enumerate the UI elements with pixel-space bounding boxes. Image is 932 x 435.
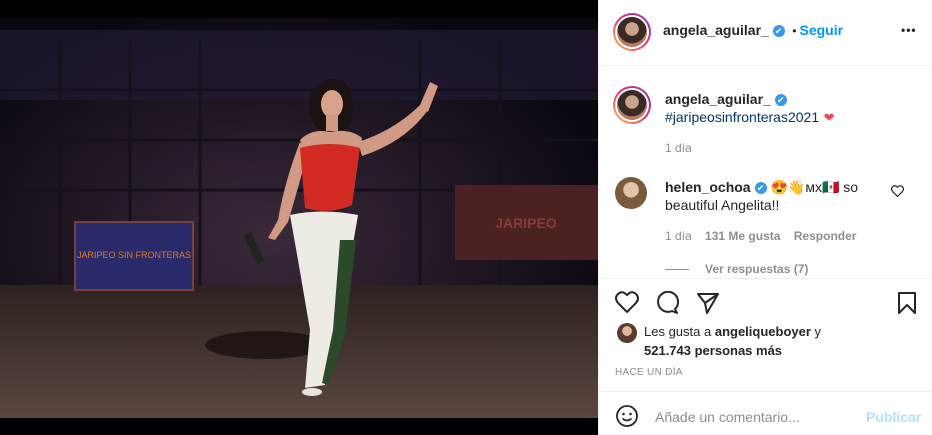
verified-icon: ✔ [754, 182, 767, 195]
emoji-icon[interactable] [615, 404, 639, 433]
view-replies-button[interactable]: Ver respuestas (7) [665, 262, 808, 276]
commenter-avatar[interactable] [615, 177, 647, 209]
more-options-icon[interactable]: ••• [901, 23, 917, 37]
performer-illustration: JARIPEO SIN FRONTERAS JARIPEO [0, 0, 598, 435]
author-username[interactable]: angela_aguilar_ [663, 22, 769, 38]
like-icon[interactable] [615, 291, 639, 318]
follow-button[interactable]: Seguir [799, 22, 843, 38]
comment-time[interactable]: 1 día [665, 229, 692, 243]
likes-conjunction: y [814, 324, 822, 339]
comment-composer: Añade un comentario... Publicar [599, 391, 932, 435]
comment-like-icon[interactable] [890, 184, 905, 202]
caption-username[interactable]: angela_aguilar_ [665, 91, 771, 107]
post-photo[interactable]: JARIPEO SIN FRONTERAS JARIPEO [0, 0, 598, 435]
share-icon[interactable] [696, 291, 720, 320]
comment-text-line1: 😍👋ᴍx🇲🇽 so [770, 179, 859, 195]
reply-button[interactable]: Responder [794, 229, 857, 243]
comment-input[interactable]: Añade un comentario... [655, 409, 800, 425]
replies-divider [665, 269, 689, 271]
publish-button[interactable]: Publicar [866, 409, 921, 425]
comment-text-line2: beautiful Angelita!! [665, 197, 780, 213]
liker-avatar[interactable] [617, 323, 637, 343]
dot-separator: • [792, 24, 797, 38]
commenter-username[interactable]: helen_ochoa [665, 179, 751, 195]
caption-time[interactable]: 1 día [665, 141, 692, 155]
banner-right-text: JARIPEO [495, 215, 557, 231]
likes-count[interactable]: 521.743 personas más [644, 343, 782, 358]
instagram-post: JARIPEO SIN FRONTERAS JARIPEO angela_agu… [0, 0, 932, 435]
liker-username[interactable]: angeliqueboyer [715, 324, 811, 339]
caption-avatar[interactable] [613, 86, 651, 124]
verified-icon: ✔ [774, 93, 787, 106]
view-replies-label: Ver respuestas (7) [705, 262, 809, 276]
comment-icon[interactable] [655, 290, 680, 320]
likes-prefix: Les gusta a [644, 324, 712, 339]
author-avatar[interactable] [613, 13, 651, 51]
verified-icon: ✔ [772, 24, 785, 37]
post-sidebar: angela_aguilar_ ✔ • Seguir ••• angela_agui… [598, 0, 932, 435]
save-bookmark-icon[interactable] [897, 291, 917, 320]
banner-left-text: JARIPEO SIN FRONTERAS [77, 250, 191, 260]
action-bar [599, 278, 932, 314]
caption-hashtag[interactable]: #jaripeosinfronteras2021 [665, 109, 819, 125]
comment-likes[interactable]: 131 Me gusta [705, 229, 780, 243]
heart-emoji-icon: ❤ [823, 110, 835, 125]
post-header: angela_aguilar_ ✔ • Seguir ••• [599, 0, 932, 66]
post-timestamp[interactable]: HACE UN DÍA [615, 367, 683, 378]
